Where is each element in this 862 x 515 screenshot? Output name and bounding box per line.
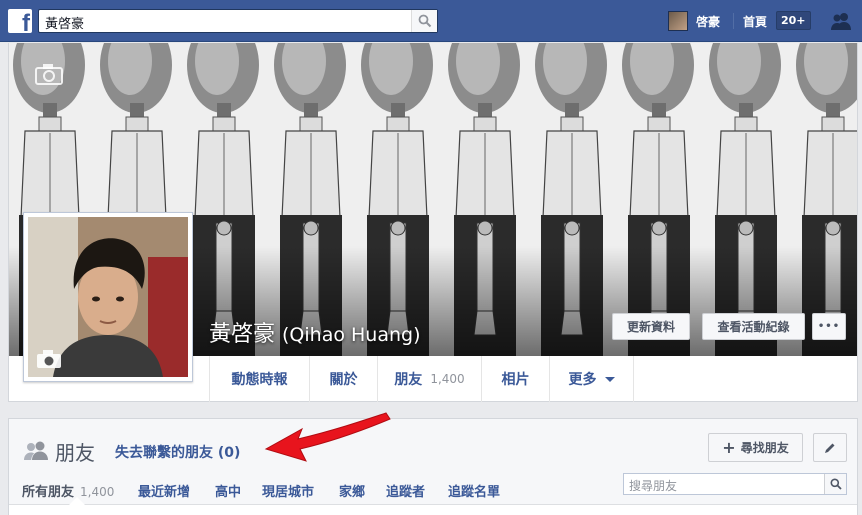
search-icon xyxy=(830,478,842,490)
filter-tab-following[interactable]: 追蹤名單 xyxy=(448,481,500,500)
edit-button[interactable] xyxy=(813,433,847,462)
filter-tab-label[interactable]: 所有朋友 xyxy=(22,485,74,500)
tab-label[interactable]: 更多 xyxy=(569,369,597,389)
search-button[interactable] xyxy=(411,10,437,32)
filter-tab-current-city[interactable]: 現居城市 xyxy=(262,481,314,500)
search-input[interactable]: 黃啓豪 xyxy=(38,9,438,33)
profile-name-latin[interactable]: (Qihao Huang) xyxy=(282,324,420,346)
friends-filter-tabs: 所有朋友 1,400 最近新增 高中 現居城市 家鄉 追蹤者 追蹤名單 搜尋朋友 xyxy=(9,473,857,505)
tab-label[interactable]: 動態時報 xyxy=(232,369,288,389)
camera-icon[interactable] xyxy=(35,63,63,85)
friends-search-button[interactable] xyxy=(824,474,846,494)
notification-badge[interactable]: 20+ xyxy=(776,11,811,30)
tab-photos[interactable]: 相片 xyxy=(481,356,549,402)
profile-name-cjk[interactable]: 黃啓豪 xyxy=(209,322,275,347)
search-input-value[interactable]: 黃啓豪 xyxy=(45,13,84,32)
camera-icon[interactable] xyxy=(36,349,62,369)
find-friends-label: 尋找朋友 xyxy=(740,441,789,455)
friend-requests-icon[interactable] xyxy=(830,11,852,31)
home-link[interactable]: 首頁 xyxy=(743,13,767,30)
search-icon xyxy=(418,14,432,28)
top-bar: f 黃啓豪 啓豪 首頁 20+ xyxy=(0,0,862,42)
pencil-icon xyxy=(825,443,835,453)
friends-count: 1,400 xyxy=(430,372,465,386)
user-profile-link[interactable]: 啓豪 xyxy=(668,10,720,32)
more-options-button[interactable]: ••• xyxy=(812,313,846,340)
annotation-arrow-icon xyxy=(264,412,391,462)
filter-tab-high-school[interactable]: 高中 xyxy=(215,481,241,500)
tab-friends[interactable]: 朋友 1,400 xyxy=(377,356,481,402)
profile-picture[interactable] xyxy=(23,212,193,382)
all-friends-count: 1,400 xyxy=(80,485,115,499)
tab-label[interactable]: 朋友 xyxy=(394,369,422,389)
user-name[interactable]: 啓豪 xyxy=(696,13,720,30)
lost-contact-link[interactable]: 失去聯繫的朋友 (0) xyxy=(115,442,240,462)
profile-name[interactable]: 黃啓豪 (Qihao Huang) xyxy=(209,316,421,348)
chevron-down-icon xyxy=(604,376,615,382)
filter-tab-hometown[interactable]: 家鄉 xyxy=(339,481,365,500)
friends-search-input[interactable]: 搜尋朋友 xyxy=(623,473,847,495)
friends-panel: 朋友 失去聯繫的朋友 (0) + 尋找朋友 所有朋友 1,400 最近新增 高中 … xyxy=(8,418,858,515)
avatar[interactable] xyxy=(668,11,688,31)
tab-timeline[interactable]: 動態時報 xyxy=(209,356,309,402)
friends-title: 朋友 xyxy=(55,441,95,465)
divider xyxy=(733,13,734,29)
tab-about[interactable]: 關於 xyxy=(309,356,377,402)
activity-log-button[interactable]: 查看活動紀錄 xyxy=(702,313,805,340)
tab-label[interactable]: 相片 xyxy=(502,369,530,389)
tab-more[interactable]: 更多 xyxy=(549,356,634,402)
search-placeholder[interactable]: 搜尋朋友 xyxy=(629,477,677,494)
active-tab-pointer xyxy=(69,497,85,505)
friends-header: 朋友 失去聯繫的朋友 (0) + 尋找朋友 xyxy=(9,419,857,473)
plus-icon: + xyxy=(722,438,736,457)
profile-photo[interactable] xyxy=(28,217,188,377)
find-friends-button[interactable]: + 尋找朋友 xyxy=(708,433,803,462)
friends-icon xyxy=(24,441,48,460)
filter-tab-followers[interactable]: 追蹤者 xyxy=(386,481,425,500)
filter-tab-recent[interactable]: 最近新增 xyxy=(138,481,190,500)
tab-label[interactable]: 關於 xyxy=(330,369,358,389)
update-info-button[interactable]: 更新資料 xyxy=(612,313,690,340)
facebook-logo-icon[interactable]: f xyxy=(8,9,32,36)
